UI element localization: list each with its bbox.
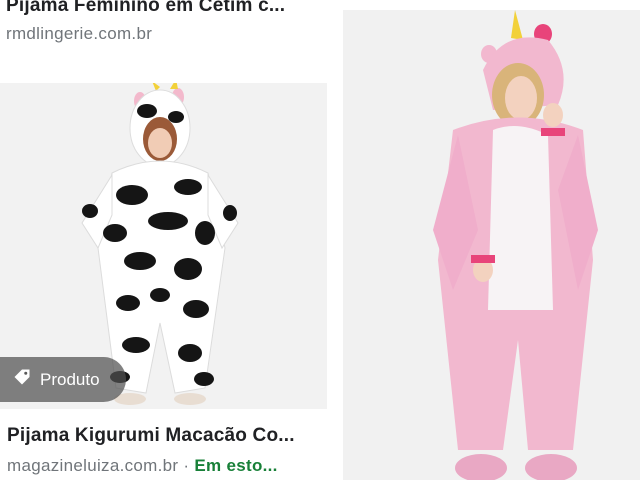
- result-source: magazineluiza.com.br: [7, 456, 179, 475]
- badge-label: Produto: [40, 369, 100, 389]
- result-card-1[interactable]: Pijama Feminino em Cetim c... rmdlingeri…: [6, 0, 326, 45]
- product-badge: Produto: [0, 357, 126, 402]
- unicorn-kigurumi-image: [433, 10, 598, 480]
- result-image[interactable]: Produto: [0, 83, 327, 409]
- result-title[interactable]: Pijama Kigurumi Macacão Co...: [7, 425, 322, 447]
- result-card-2[interactable]: Produto Pijama Kigurumi Macacão Co... ma…: [0, 83, 327, 480]
- tag-icon: [12, 367, 32, 392]
- stock-status: Em esto...: [194, 456, 278, 475]
- result-card-3[interactable]: [343, 10, 640, 480]
- result-source: rmdlingerie.com.br: [6, 24, 153, 43]
- separator: ·: [183, 456, 190, 475]
- result-meta: magazineluiza.com.br · Em esto...: [7, 456, 278, 476]
- result-title[interactable]: Pijama Feminino em Cetim c...: [6, 0, 321, 17]
- result-image[interactable]: [343, 10, 640, 480]
